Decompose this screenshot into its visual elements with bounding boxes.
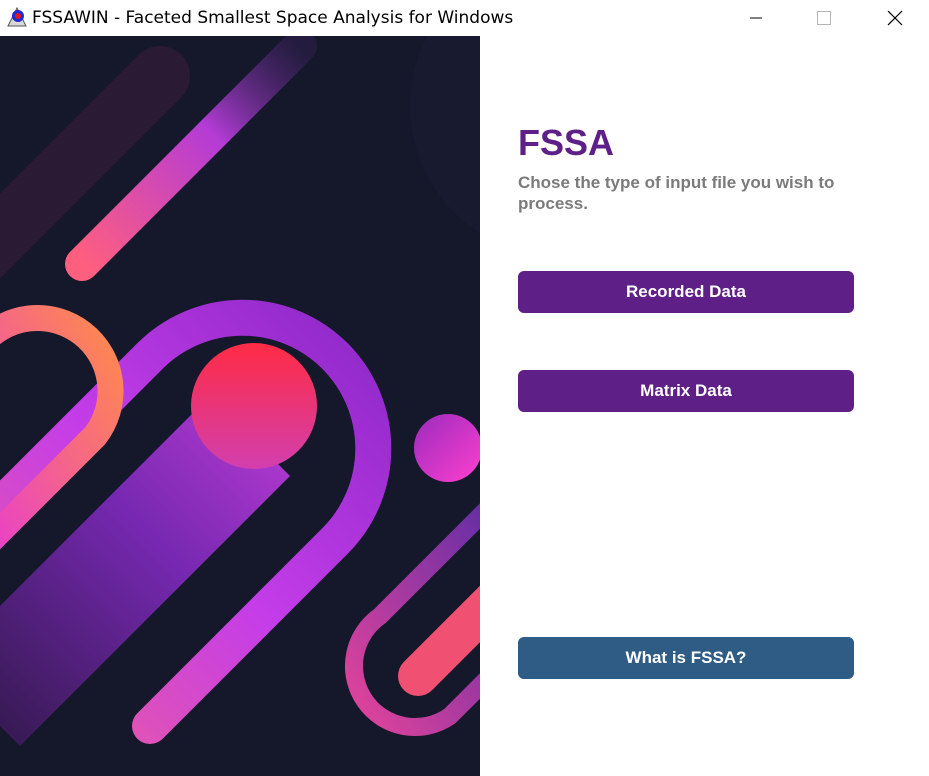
maximize-button[interactable] [801, 0, 847, 36]
minimize-icon [750, 17, 762, 19]
recorded-data-button[interactable]: Recorded Data [518, 271, 854, 313]
close-button[interactable] [872, 0, 918, 36]
window-title: FSSAWIN - Faceted Smallest Space Analysi… [32, 8, 514, 28]
maximize-icon [817, 11, 831, 25]
page-title: FSSA [518, 122, 615, 163]
app-icon [6, 6, 28, 28]
instruction-text: Chose the type of input file you wish to… [518, 173, 835, 213]
minimize-button[interactable] [733, 0, 779, 36]
close-icon [887, 10, 903, 26]
what-is-fssa-button[interactable]: What is FSSA? [518, 637, 854, 679]
decorative-artwork [0, 36, 480, 776]
matrix-data-button[interactable]: Matrix Data [518, 370, 854, 412]
window-title-bar[interactable]: FSSAWIN - Faceted Smallest Space Analysi… [0, 0, 929, 36]
main-panel: FSSA Chose the type of input file you wi… [480, 36, 929, 776]
